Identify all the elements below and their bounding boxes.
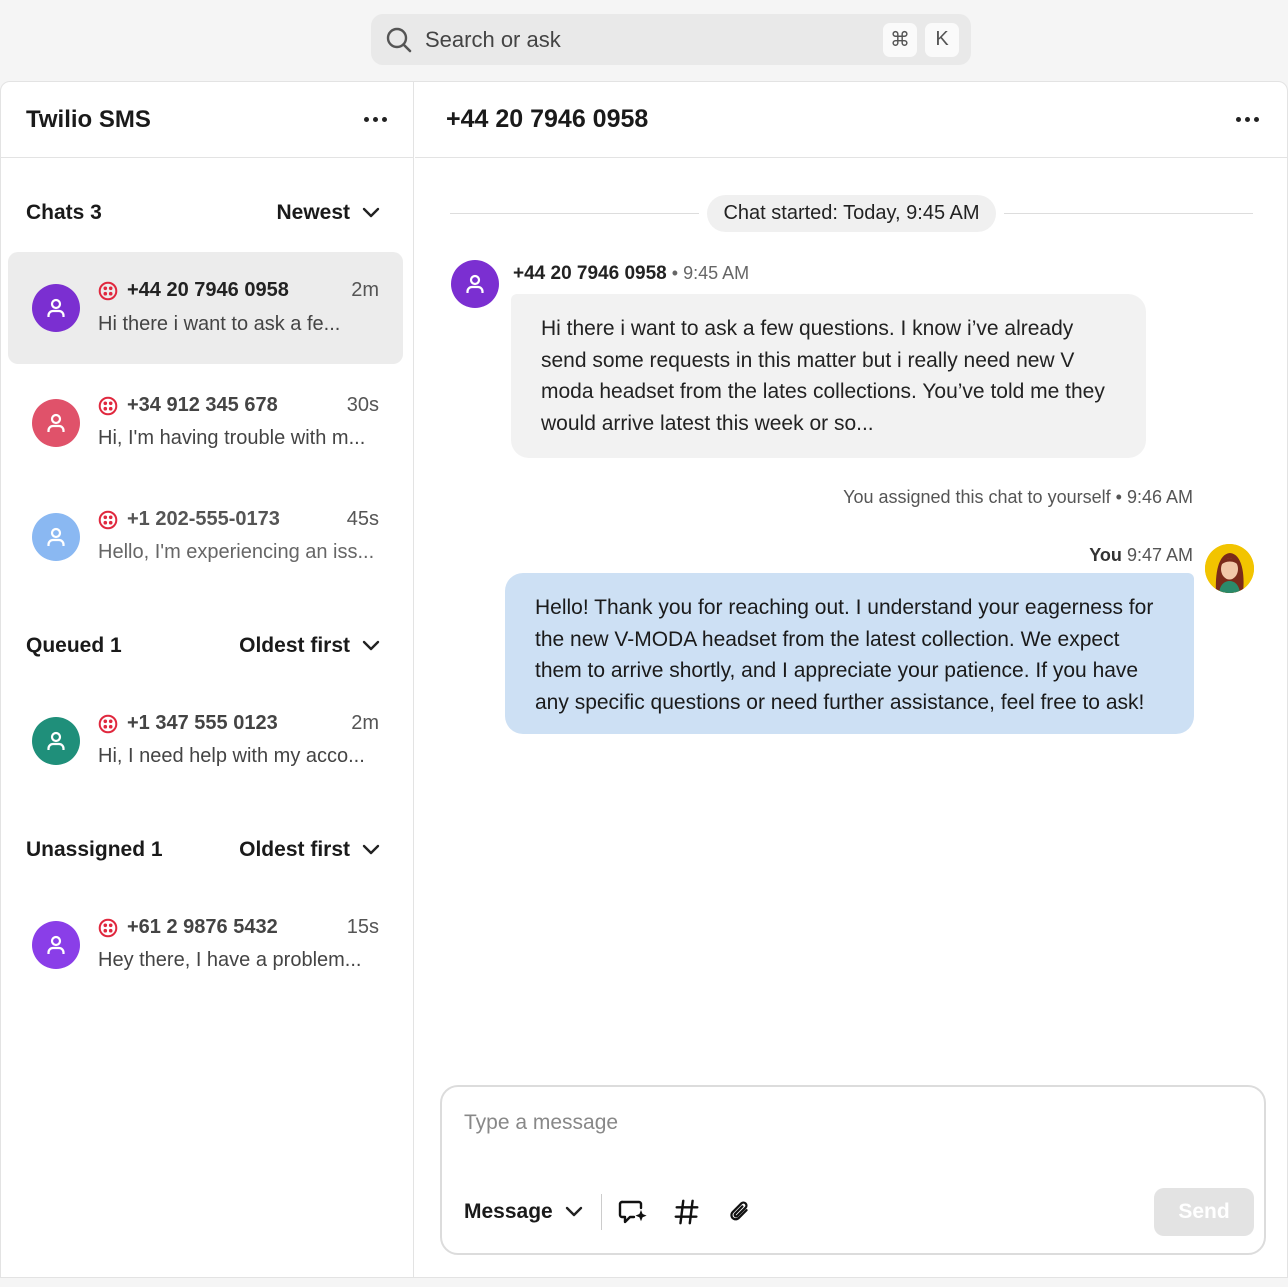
ai-sparkle-icon	[618, 1200, 647, 1224]
twilio-icon	[98, 396, 118, 415]
chat-time: 15s	[346, 916, 379, 938]
sort-label: Newest	[276, 201, 350, 224]
chat-list-item[interactable]: +1 347 555 0123 2m Hi, I need help with …	[8, 686, 403, 798]
contact-phone: +1 347 555 0123	[127, 712, 278, 734]
contact-avatar	[32, 399, 80, 447]
section-chats-header: Chats 3 Newest	[1, 193, 414, 233]
conversation-header: +44 20 7946 0958	[415, 82, 1287, 158]
twilio-icon	[98, 281, 118, 300]
incoming-message-meta: +44 20 7946 0958 • 9:45 AM	[513, 263, 749, 285]
sort-label: Oldest first	[239, 634, 350, 657]
chat-list-item[interactable]: +34 912 345 678 30s Hi, I'm having troub…	[8, 368, 403, 480]
sort-dropdown[interactable]: Oldest first	[239, 634, 380, 658]
message-composer: Message	[440, 1085, 1266, 1255]
contact-phone: +1 202-555-0173	[127, 508, 280, 530]
ai-assist-button[interactable]	[618, 1197, 648, 1227]
chat-time: 45s	[346, 508, 379, 530]
user-icon	[47, 413, 65, 432]
section-unassigned-header: Unassigned 1 Oldest first	[1, 830, 414, 870]
chat-preview: Hi there i want to ask a fe...	[98, 313, 341, 335]
user-icon	[47, 731, 65, 750]
agent-photo	[1205, 544, 1254, 593]
conversation-title: +44 20 7946 0958	[446, 105, 649, 133]
chat-time: 30s	[346, 394, 379, 416]
contact-avatar	[32, 717, 80, 765]
contact-phone: +44 20 7946 0958	[127, 279, 289, 301]
chat-preview: Hi, I'm having trouble with m...	[98, 427, 366, 449]
section-label: Chats 3	[26, 201, 102, 224]
chat-preview: Hey there, I have a problem...	[98, 949, 362, 971]
chevron-down-icon	[362, 207, 380, 218]
user-icon	[47, 527, 65, 546]
system-note-time: 9:46 AM	[1126, 487, 1193, 507]
app-frame: Twilio SMS Chats 3 Newest +44 20 7946 09…	[0, 81, 1288, 1278]
chat-preview: Hello, I'm experiencing an iss...	[98, 541, 375, 563]
conversation-panel: +44 20 7946 0958 Chat started: Today, 9:…	[415, 82, 1287, 1277]
contact-avatar	[32, 921, 80, 969]
chat-preview: Hi, I need help with my acco...	[98, 745, 365, 767]
system-assignment-note: You assigned this chat to yourself • 9:4…	[843, 487, 1193, 508]
sender-name: You	[1089, 545, 1122, 565]
twilio-icon	[98, 918, 118, 937]
hashtag-button[interactable]	[672, 1197, 702, 1227]
sort-label: Oldest first	[239, 838, 350, 861]
chat-start-divider: Chat started: Today, 9:45 AM	[450, 194, 1254, 232]
shortcut-k-key: K	[925, 22, 959, 57]
contact-phone: +34 912 345 678	[127, 394, 278, 416]
search-icon	[386, 27, 412, 52]
user-icon	[47, 298, 65, 317]
incoming-message-bubble: Hi there i want to ask a few questions. …	[511, 294, 1146, 458]
shortcut-cmd-key: ⌘	[883, 22, 917, 57]
user-icon	[466, 274, 484, 293]
sender-name: +44 20 7946 0958	[513, 263, 667, 284]
agent-avatar	[1205, 544, 1254, 593]
chat-time: 2m	[351, 279, 379, 301]
section-queued-header: Queued 1 Oldest first	[1, 626, 414, 666]
chat-list-header: Twilio SMS	[1, 82, 413, 158]
twilio-icon	[98, 510, 118, 529]
chevron-down-icon	[565, 1206, 582, 1217]
global-search[interactable]: Search or ask ⌘ K	[371, 14, 971, 65]
composer-toolbar: Message Send	[464, 1187, 1254, 1237]
contact-phone: +61 2 9876 5432	[127, 916, 278, 938]
panel-title: Twilio SMS	[26, 105, 151, 133]
search-placeholder[interactable]: Search or ask	[425, 27, 875, 53]
chat-list-item[interactable]: +44 20 7946 0958 2m Hi there i want to a…	[8, 252, 403, 364]
message-type-label: Message	[464, 1200, 553, 1223]
user-icon	[47, 935, 65, 954]
toolbar-divider	[600, 1194, 602, 1230]
chat-started-label: Chat started: Today, 9:45 AM	[707, 194, 996, 232]
chat-time: 2m	[351, 712, 379, 734]
attach-file-button[interactable]	[726, 1197, 756, 1227]
paperclip-icon	[730, 1201, 748, 1221]
system-note-text: You assigned this chat to yourself	[843, 487, 1111, 507]
chat-list-panel: Twilio SMS Chats 3 Newest +44 20 7946 09…	[1, 82, 414, 1277]
twilio-icon	[98, 714, 118, 733]
message-type-dropdown[interactable]: Message	[464, 1200, 583, 1224]
section-label: Queued 1	[26, 634, 122, 657]
chat-list-item[interactable]: +1 202-555-0173 45s Hello, I'm experienc…	[8, 482, 403, 594]
meta-separator: •	[1115, 487, 1122, 507]
chat-list-item[interactable]: +61 2 9876 5432 15s Hey there, I have a …	[8, 890, 403, 1002]
sort-dropdown[interactable]: Oldest first	[239, 838, 380, 862]
contact-avatar	[32, 284, 80, 332]
outgoing-message-bubble: Hello! Thank you for reaching out. I und…	[505, 573, 1194, 734]
message-time: 9:47 AM	[1126, 545, 1193, 565]
meta-separator: •	[671, 263, 679, 283]
message-time: 9:45 AM	[683, 263, 750, 283]
section-label: Unassigned 1	[26, 838, 163, 861]
more-options-icon[interactable]	[1236, 111, 1259, 128]
chevron-down-icon	[362, 640, 380, 651]
contact-avatar	[451, 260, 499, 308]
chevron-down-icon	[362, 844, 380, 855]
sort-dropdown[interactable]: Newest	[276, 201, 380, 225]
outgoing-message-meta: You 9:47 AM	[1089, 545, 1193, 566]
more-options-icon[interactable]	[364, 111, 387, 128]
message-input[interactable]	[464, 1111, 1224, 1161]
hash-icon	[674, 1199, 699, 1225]
send-button[interactable]: Send	[1154, 1188, 1254, 1236]
contact-avatar	[32, 513, 80, 561]
